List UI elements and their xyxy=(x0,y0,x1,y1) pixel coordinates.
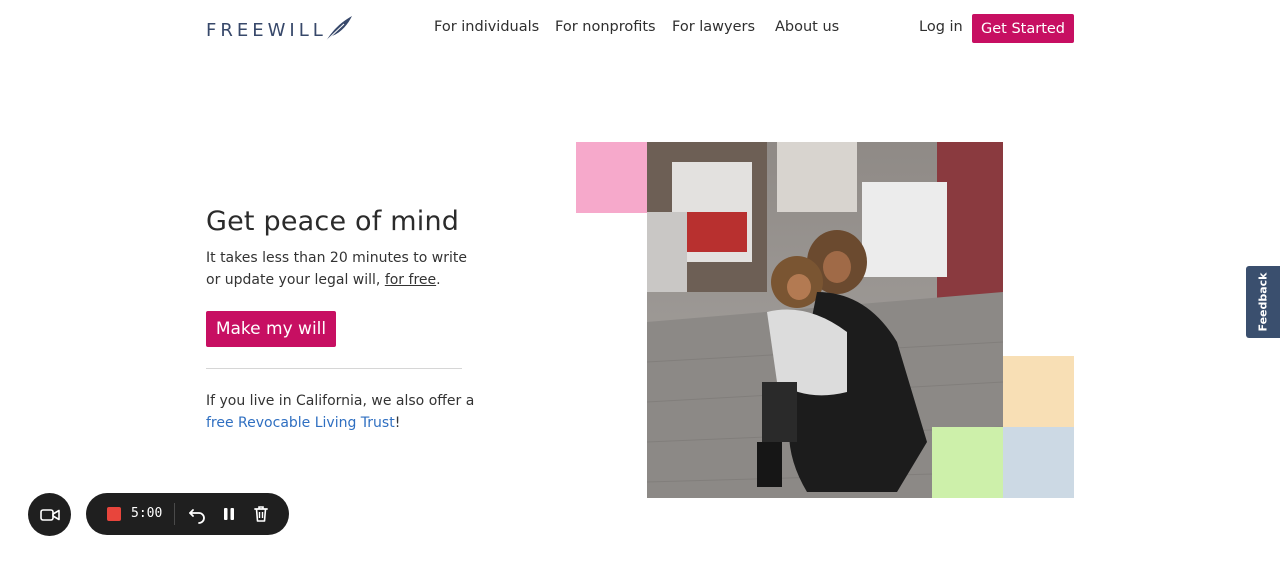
freewill-logo[interactable]: FREEWILL xyxy=(206,14,352,44)
decor-tile-blue xyxy=(1003,427,1074,498)
camera-toggle-button[interactable] xyxy=(28,493,71,536)
hero-subtitle-end: . xyxy=(436,272,441,288)
pause-icon[interactable] xyxy=(219,504,239,524)
recording-controls: 5:00 xyxy=(86,493,289,535)
undo-icon[interactable] xyxy=(187,504,207,524)
stop-record-icon[interactable] xyxy=(107,507,121,521)
feedback-label: Feedback xyxy=(1256,272,1270,332)
logo-text: FREEWILL xyxy=(206,20,327,41)
california-note-text: If you live in California, we also offer… xyxy=(206,393,475,409)
for-free-link[interactable]: for free xyxy=(385,272,436,288)
decor-tile-green xyxy=(932,427,1003,498)
nav-for-nonprofits[interactable]: For nonprofits xyxy=(555,19,656,35)
hero-title: Get peace of mind xyxy=(206,206,460,237)
divider xyxy=(206,368,462,369)
california-note-end: ! xyxy=(394,415,401,431)
login-link[interactable]: Log in xyxy=(919,19,963,35)
get-started-button[interactable]: Get Started xyxy=(972,14,1074,43)
video-camera-icon xyxy=(39,508,60,521)
revocable-living-trust-link[interactable]: free Revocable Living Trust xyxy=(206,415,395,431)
trash-icon[interactable] xyxy=(251,504,271,524)
nav-for-individuals[interactable]: For individuals xyxy=(434,19,539,35)
nav-for-lawyers[interactable]: For lawyers xyxy=(672,19,755,35)
feather-icon xyxy=(325,16,352,42)
nav-about-us[interactable]: About us xyxy=(775,19,839,35)
make-my-will-button[interactable]: Make my will xyxy=(206,311,336,347)
hero-subtitle: It takes less than 20 minutes to write o… xyxy=(206,247,476,291)
california-note: If you live in California, we also offer… xyxy=(206,390,476,434)
decor-tile-pink xyxy=(576,142,647,213)
decor-tile-peach xyxy=(1003,356,1074,427)
recording-timer: 5:00 xyxy=(131,506,163,521)
feedback-tab[interactable]: Feedback xyxy=(1246,266,1280,338)
controls-separator xyxy=(174,503,175,525)
